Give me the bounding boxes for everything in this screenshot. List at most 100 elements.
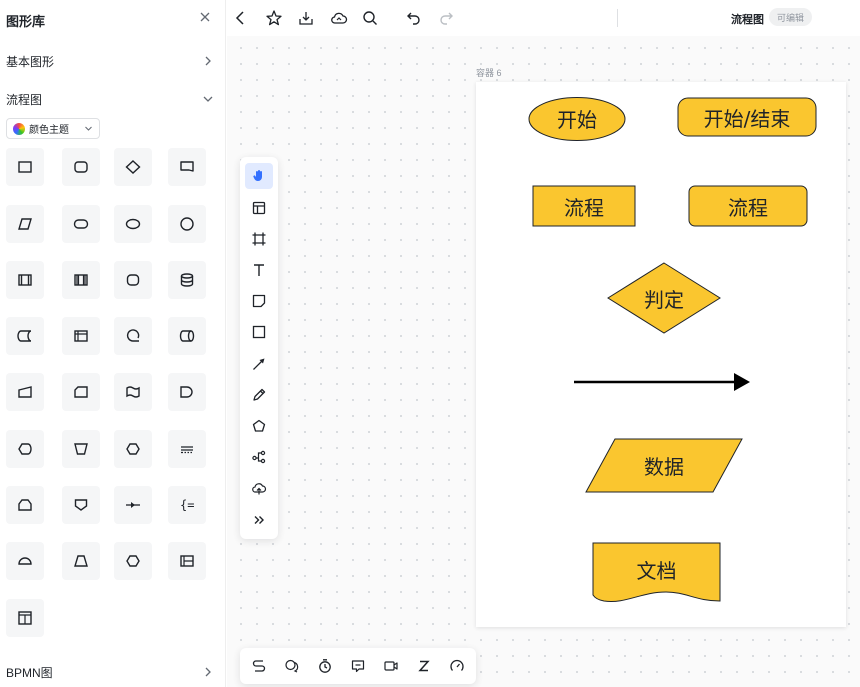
shape-tile[interactable] (62, 205, 100, 243)
color-theme-button[interactable]: 颜色主题 (6, 118, 100, 139)
upload-tool-button[interactable] (245, 475, 273, 501)
polygon-tool-button[interactable] (245, 413, 273, 439)
pentagon-icon (252, 419, 266, 432)
shape-tile[interactable] (168, 317, 206, 355)
circle-icon (180, 217, 194, 231)
connector-style-button[interactable] (250, 657, 268, 675)
shape-tile[interactable] (114, 317, 152, 355)
sequential-data-icon (126, 329, 140, 342)
shape-tile[interactable] (62, 148, 100, 186)
video-camera-icon (384, 661, 398, 671)
shape-tile[interactable] (114, 261, 152, 299)
close-icon[interactable] (197, 9, 213, 25)
shape-tile[interactable] (6, 148, 44, 186)
offpage-connector-icon (74, 499, 88, 511)
timer-icon (319, 659, 331, 673)
chevron-down-icon (85, 126, 92, 131)
shape-tile[interactable] (62, 430, 100, 468)
shape-tile[interactable] (6, 317, 44, 355)
hexagon-icon (126, 555, 140, 567)
shape-tile[interactable] (6, 373, 44, 411)
chevron-right-icon (205, 56, 211, 66)
shape-tile[interactable] (6, 599, 44, 637)
speed-button[interactable] (448, 657, 466, 675)
text-tool-button[interactable] (245, 257, 273, 283)
process-rect-shape[interactable] (532, 185, 636, 227)
shape-tile[interactable] (6, 430, 44, 468)
shape-tile[interactable] (168, 542, 206, 580)
chevron-down-icon (203, 96, 213, 102)
ellipse-icon (125, 218, 141, 230)
double-process-icon (74, 274, 88, 286)
shape-tile[interactable] (6, 205, 44, 243)
shape-tile[interactable] (6, 261, 44, 299)
more-tools-button[interactable] (245, 507, 273, 533)
timer-button[interactable] (316, 657, 334, 675)
video-button[interactable] (382, 657, 400, 675)
shape-tile[interactable] (168, 148, 206, 186)
frame-container[interactable] (476, 82, 846, 627)
feedback-button[interactable] (349, 657, 367, 675)
connector-tool-button[interactable] (245, 351, 273, 377)
swimlane-horizontal-icon (180, 555, 194, 567)
shape-tile[interactable] (62, 317, 100, 355)
shape-tile[interactable] (62, 373, 100, 411)
redo-icon[interactable] (437, 9, 455, 27)
frame-tool-button[interactable] (245, 226, 273, 252)
shape-tile[interactable] (114, 430, 152, 468)
start-ellipse-shape[interactable] (528, 97, 626, 141)
start-end-shape[interactable] (677, 97, 817, 137)
shape-tile[interactable] (114, 205, 152, 243)
color-theme-label: 颜色主题 (29, 125, 69, 136)
shape-tile[interactable] (6, 486, 44, 524)
section-label: 流程图 (6, 92, 43, 107)
cloud-sync-icon[interactable] (330, 9, 348, 27)
shape-tile[interactable] (114, 486, 152, 524)
color-wheel-icon (13, 122, 25, 135)
mindmap-tool-button[interactable] (245, 444, 273, 470)
shape-tile[interactable]: {= (168, 486, 206, 524)
manual-input-icon (18, 386, 32, 398)
shape-tile[interactable] (62, 486, 100, 524)
sticky-note-tool-button[interactable] (245, 288, 273, 314)
shape-tile[interactable] (114, 373, 152, 411)
section-label: 基本图形 (6, 54, 55, 69)
shape-tile[interactable] (168, 205, 206, 243)
arrowhead (734, 373, 750, 391)
process-rounded-shape[interactable] (688, 185, 808, 227)
shape-tile[interactable] (168, 430, 206, 468)
note-lines-icon (181, 446, 193, 454)
shape-tile[interactable] (62, 261, 100, 299)
shape-tile[interactable] (62, 542, 100, 580)
shape-tile[interactable] (168, 373, 206, 411)
hand-tool-button[interactable] (245, 163, 273, 189)
comment-button[interactable] (283, 657, 301, 675)
download-icon[interactable] (297, 9, 315, 27)
document-shape[interactable] (592, 542, 721, 602)
shape-tile[interactable] (114, 542, 152, 580)
template-icon (252, 201, 266, 215)
bottom-toolbar (240, 648, 476, 684)
pen-tool-button[interactable] (245, 382, 273, 408)
template-tool-button[interactable] (245, 195, 273, 221)
swimlane-vertical-icon (18, 611, 32, 625)
library-title: 图形库 (6, 14, 46, 29)
shape-tile[interactable] (114, 148, 152, 186)
section-basic-shapes[interactable]: 基本图形 (6, 51, 214, 71)
section-bpmn[interactable]: BPMN图 (6, 662, 214, 682)
decision-shape[interactable] (607, 262, 721, 334)
undo-icon[interactable] (405, 9, 423, 27)
star-icon[interactable] (265, 9, 283, 27)
data-shape[interactable] (585, 438, 743, 493)
shape-tile[interactable] (168, 261, 206, 299)
shape-tile[interactable] (6, 542, 44, 580)
semicircle-icon (18, 557, 32, 565)
shape-tool-button[interactable] (245, 319, 273, 345)
back-icon[interactable] (232, 9, 250, 27)
message-icon (351, 660, 365, 673)
sleep-mode-button[interactable] (415, 657, 433, 675)
search-icon[interactable] (361, 9, 379, 27)
svg-text:{=: {= (180, 498, 194, 512)
frame-label[interactable]: 容器 6 (476, 66, 502, 79)
section-flowchart[interactable]: 流程图 (6, 89, 214, 109)
